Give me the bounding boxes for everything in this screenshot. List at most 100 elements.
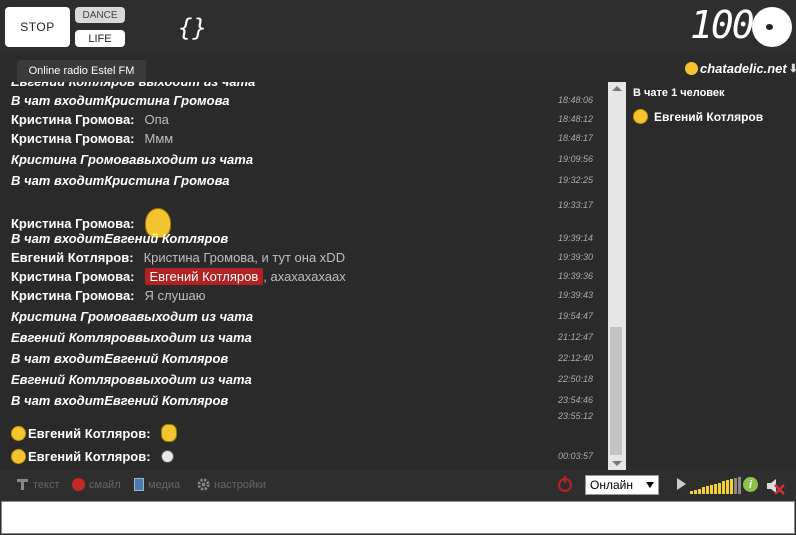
scroll-down-icon[interactable] [612, 461, 622, 466]
chat-message: Евгений Котляров: 00:03:57 [11, 447, 593, 465]
message-nick[interactable]: Евгений Котляров: [28, 449, 151, 464]
volume-bar-segment[interactable] [706, 486, 709, 494]
system-suffix: выходит из чата [135, 329, 252, 345]
volume-bar-segment[interactable] [698, 488, 701, 494]
chat-log: Евгений Котляров выходит из чата В чат вх… [0, 82, 608, 470]
message-timestamp: 18:48:17 [557, 133, 593, 143]
user-list-item[interactable]: Евгений Котляров [633, 109, 763, 124]
volume-bar-segment[interactable] [690, 491, 693, 494]
speaker-mute-icon[interactable] [764, 476, 786, 496]
system-prefix: В чат входит [11, 350, 105, 366]
message-timestamp: 19:39:43 [557, 290, 593, 300]
scroll-up-icon[interactable] [612, 86, 622, 91]
system-prefix: В чат входит [11, 172, 105, 188]
system-user-name[interactable]: Евгений Котляров [11, 372, 135, 387]
chat-message: Кристина Громова: Я слушаю 19:39:43 [11, 286, 593, 304]
system-user-name[interactable]: Евгений Котляров [11, 330, 135, 345]
text-tool-button[interactable]: текст [16, 478, 60, 491]
volume-bar-segment[interactable] [734, 477, 737, 494]
media-tool-label: медиа [148, 478, 181, 491]
stop-button[interactable]: STOP [5, 7, 70, 47]
system-text: Евгений Котляров выходит из чата [11, 82, 255, 89]
system-suffix: выходит из чата [136, 308, 254, 324]
message-timestamp: 22:50:18 [557, 374, 593, 384]
system-message: Евгений Котляров выходит из чата [11, 82, 593, 90]
media-tool-button[interactable]: медиа [134, 478, 180, 491]
system-prefix: В чат входит [11, 92, 105, 108]
message-timestamp: 19:09:56 [557, 154, 593, 164]
settings-tool-label: настройки [214, 478, 267, 491]
user-status-smile-icon [11, 425, 26, 441]
system-user-name[interactable]: Евгений Котляров [104, 351, 228, 366]
volume-bars[interactable] [690, 476, 741, 494]
mention-highlight[interactable]: Евгений Котляров [144, 267, 264, 285]
message-nick[interactable]: Кристина Громова: [11, 269, 135, 284]
message-timestamp: 21:12:47 [557, 332, 593, 342]
chat-scrollbar[interactable] [608, 82, 626, 470]
message-nick[interactable]: Кристина Громова: [11, 288, 135, 303]
volume-value: 100 [690, 3, 755, 47]
smile-logo-icon [685, 62, 698, 75]
chat-message: Евгений Котляров: Кристина Громова, и тут… [11, 248, 593, 266]
volume-bar-segment[interactable] [710, 485, 713, 494]
user-status-smile-icon [633, 109, 648, 124]
smile-tool-label: смайл [89, 478, 121, 491]
volume-bar-segment[interactable] [730, 479, 733, 494]
volume-bar-segment[interactable] [738, 476, 741, 494]
volume-bar-segment[interactable] [718, 482, 721, 494]
users-count-title: В чате 1 человек [633, 87, 725, 99]
volume-bar-segment[interactable] [694, 489, 697, 494]
brand-link[interactable]: chatadelic.net ⬇ [685, 61, 796, 76]
bottom-toolbar: текст смайл медиа настройки Онлайн i [0, 470, 796, 500]
life-button[interactable]: LIFE [75, 30, 125, 47]
system-user-name[interactable]: Евгений Котляров [104, 393, 228, 408]
system-message: В чат входит Евгений Котляров 19:39:14 [11, 229, 593, 247]
smile-tool-button[interactable]: смайл [72, 478, 121, 491]
station-tab[interactable]: Online radio Estel FM [17, 60, 146, 82]
scroll-thumb[interactable] [610, 327, 622, 455]
play-icon[interactable] [677, 478, 686, 490]
volume-bar-segment[interactable] [702, 487, 705, 494]
volume-bar-segment[interactable] [726, 480, 729, 494]
message-nick[interactable]: Евгений Котляров: [11, 250, 134, 265]
system-user-name[interactable]: Кристина Громова [11, 152, 136, 167]
system-message: В чат входит Кристина Громова 18:48:06 [11, 91, 593, 109]
message-text: Я слушаю [144, 287, 206, 303]
system-message: В чат входит Евгений Котляров 23:54:46 [11, 391, 593, 409]
chat-message: Кристина Громова: Опа 18:48:12 [11, 110, 593, 128]
volume-bar-segment[interactable] [714, 483, 717, 494]
message-text: , ахахахахаах [263, 268, 346, 284]
chevron-down-icon [646, 482, 654, 488]
status-select[interactable]: Онлайн [585, 475, 659, 495]
volume-bar-segment[interactable] [722, 481, 725, 494]
system-user-name[interactable]: Кристина Громова [104, 93, 229, 108]
system-user-name[interactable]: Евгений Котляров [104, 231, 228, 246]
film-icon [134, 478, 144, 491]
message-nick[interactable]: Кристина Громова: [11, 112, 135, 127]
system-prefix: В чат входит [11, 392, 105, 408]
dance-button[interactable]: DANCE [75, 7, 125, 23]
chat-message: Кристина Громова: Ммм 18:48:17 [11, 129, 593, 147]
message-nick[interactable]: Кристина Громова: [11, 131, 135, 146]
system-suffix: выходит из чата [136, 151, 254, 167]
message-timestamp: 19:39:36 [557, 271, 593, 281]
power-icon[interactable] [558, 476, 572, 492]
system-user-name[interactable]: Кристина Громова [104, 173, 229, 188]
music-emoticon-icon [160, 424, 177, 442]
message-input[interactable] [1, 501, 795, 534]
message-nick[interactable]: Евгений Котляров: [28, 426, 151, 441]
system-message: В чат входит Кристина Громова 19:32:25 [11, 171, 593, 189]
message-timestamp: 18:48:06 [557, 95, 593, 105]
volume-knob[interactable] [752, 7, 792, 47]
system-suffix: выходит из чата [135, 371, 252, 387]
smile-icon [72, 478, 85, 491]
info-icon[interactable]: i [743, 477, 758, 492]
visualizer-icon: {} [178, 14, 207, 42]
system-message: В чат входит Евгений Котляров 22:12:40 [11, 349, 593, 367]
settings-tool-button[interactable]: настройки [197, 478, 266, 491]
message-text: Ммм [144, 130, 174, 146]
chat-app: STOP DANCE LIFE {} 100 Online radio Este… [0, 0, 796, 535]
system-user-name[interactable]: Кристина Громова [11, 309, 136, 324]
message-timestamp: 19:54:47 [557, 311, 593, 321]
top-bar: STOP DANCE LIFE {} 100 [0, 0, 796, 54]
